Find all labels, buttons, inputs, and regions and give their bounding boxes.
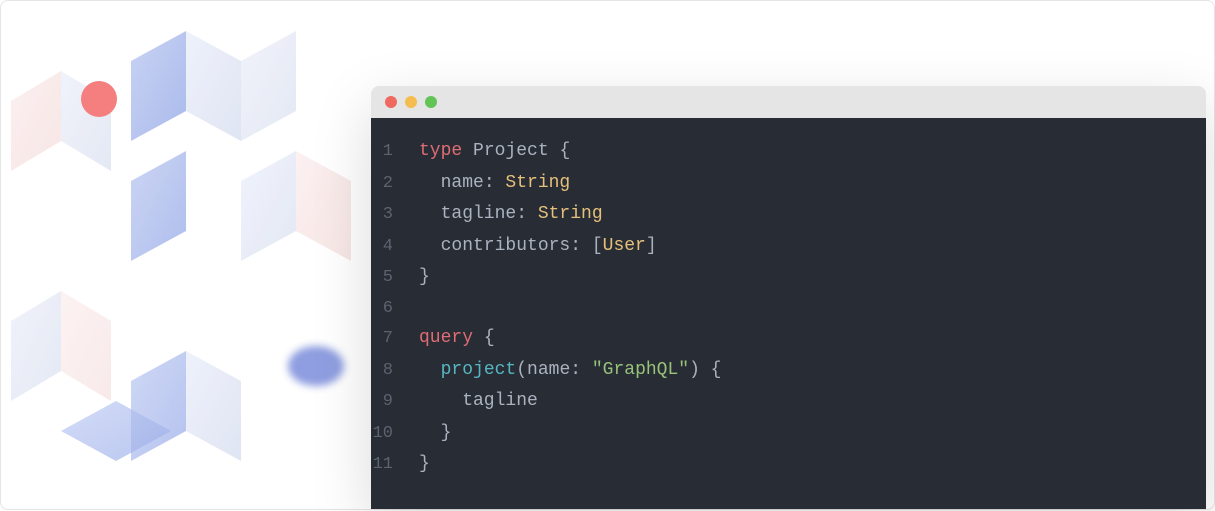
line-content: tagline [419, 386, 538, 418]
line-number: 5 [371, 263, 419, 293]
code-line: 3 tagline: String [371, 199, 1206, 231]
code-line: 4 contributors: [User] [371, 231, 1206, 263]
code-token: } [419, 267, 430, 287]
code-token: ] [646, 236, 657, 256]
line-content: contributors: [User] [419, 231, 657, 263]
code-token: name [419, 173, 484, 193]
code-token: query [419, 328, 473, 348]
close-icon[interactable] [385, 96, 397, 108]
line-number: 8 [371, 356, 419, 386]
code-line: 11} [371, 449, 1206, 481]
maximize-icon[interactable] [425, 96, 437, 108]
line-content: } [419, 262, 430, 294]
line-content: tagline: String [419, 199, 603, 231]
code-line: 10 } [371, 418, 1206, 450]
line-number: 10 [371, 419, 419, 449]
code-line: 5} [371, 262, 1206, 294]
code-token: ) { [689, 360, 721, 380]
code-line: 7query { [371, 323, 1206, 355]
code-editor-window: 1type Project {2 name: String3 tagline: … [371, 86, 1206, 509]
code-token [419, 360, 441, 380]
code-line: 1type Project { [371, 136, 1206, 168]
code-line: 2 name: String [371, 168, 1206, 200]
code-token: } [419, 423, 451, 443]
line-number: 4 [371, 232, 419, 262]
code-editor-body[interactable]: 1type Project {2 name: String3 tagline: … [371, 118, 1206, 509]
code-line: 8 project(name: "GraphQL") { [371, 355, 1206, 387]
code-token: { [559, 141, 570, 161]
line-number: 2 [371, 169, 419, 199]
line-number: 11 [371, 450, 419, 480]
code-token: "GraphQL" [592, 360, 689, 380]
line-content: project(name: "GraphQL") { [419, 355, 721, 387]
code-token: contributors [419, 236, 570, 256]
background-decoration [1, 1, 401, 511]
code-token: tagline [419, 391, 538, 411]
code-token: String [505, 173, 570, 193]
code-token [473, 328, 484, 348]
code-line: 9 tagline [371, 386, 1206, 418]
code-token: { [484, 328, 495, 348]
code-token: : [516, 204, 538, 224]
code-token: } [419, 454, 430, 474]
code-token: tagline [419, 204, 516, 224]
window-titlebar [371, 86, 1206, 118]
line-content: } [419, 449, 430, 481]
minimize-icon[interactable] [405, 96, 417, 108]
line-content: query { [419, 323, 495, 355]
line-number: 9 [371, 387, 419, 417]
line-number: 6 [371, 294, 419, 324]
code-token: project [441, 360, 517, 380]
line-content: type Project { [419, 136, 570, 168]
code-token: User [603, 236, 646, 256]
isometric-pattern [1, 1, 401, 511]
code-token: (name: [516, 360, 592, 380]
line-number: 1 [371, 137, 419, 167]
line-content: } [419, 418, 451, 450]
code-token: : [484, 173, 506, 193]
code-token: : [ [570, 236, 602, 256]
line-content: name: String [419, 168, 570, 200]
code-token: Project [462, 141, 559, 161]
code-token: String [538, 204, 603, 224]
line-number: 7 [371, 324, 419, 354]
code-line: 6 [371, 294, 1206, 324]
code-token: type [419, 141, 462, 161]
line-number: 3 [371, 200, 419, 230]
